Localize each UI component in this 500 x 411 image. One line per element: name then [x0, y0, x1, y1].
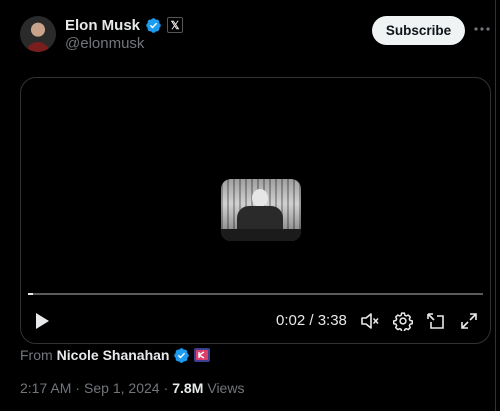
author-handle[interactable]: @elonmusk: [65, 35, 144, 52]
views-count[interactable]: 7.8M: [172, 380, 203, 396]
meta-separator: ·: [75, 380, 81, 396]
views-label: Views: [207, 380, 245, 396]
muted-volume-icon[interactable]: [360, 311, 380, 331]
play-icon[interactable]: [31, 310, 53, 332]
verified-badge-icon: [174, 347, 190, 363]
verified-badge-icon: [146, 17, 161, 33]
post-time[interactable]: 2:17 AM: [20, 380, 71, 396]
video-frame: [221, 179, 301, 241]
author-name-row: Elon Musk 𝕏: [65, 15, 184, 35]
x-affiliate-badge-icon: 𝕏: [167, 17, 184, 33]
video-progress-fill: [28, 293, 33, 295]
from-label: From: [20, 347, 53, 363]
video-progress-bar[interactable]: [28, 293, 483, 295]
source-name-link[interactable]: Nicole Shanahan: [57, 347, 170, 363]
settings-gear-icon[interactable]: [393, 311, 413, 331]
picture-in-picture-icon[interactable]: [426, 311, 446, 331]
video-attribution: From Nicole Shanahan: [20, 344, 211, 366]
fullscreen-icon[interactable]: [459, 311, 479, 331]
post-date[interactable]: Sep 1, 2024: [84, 380, 160, 396]
meta-separator: ·: [163, 380, 169, 396]
video-time: 0:02 / 3:38: [276, 312, 347, 329]
avatar[interactable]: [20, 16, 56, 52]
post-meta: 2:17 AM · Sep 1, 2024 · 7.8M Views: [20, 380, 244, 396]
subscribe-button[interactable]: Subscribe: [372, 16, 465, 45]
timeline-border: [495, 0, 496, 411]
affiliate-badge-icon: [194, 348, 211, 362]
video-player[interactable]: 0:02 / 3:38: [20, 77, 491, 344]
more-options-icon[interactable]: [473, 20, 491, 38]
display-name[interactable]: Elon Musk: [65, 17, 140, 34]
